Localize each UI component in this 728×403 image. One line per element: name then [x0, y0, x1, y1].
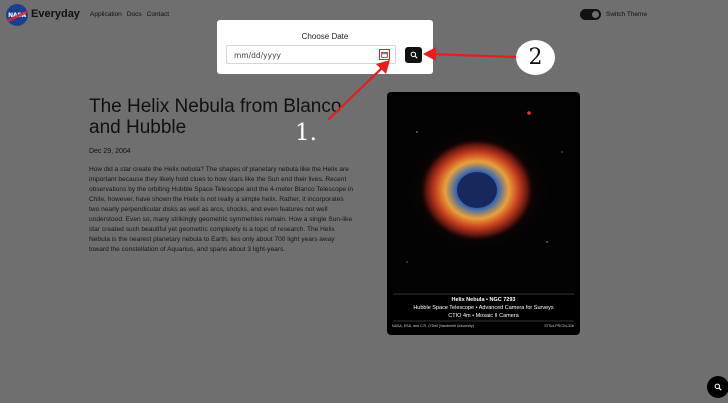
search-date-button[interactable]: [405, 47, 422, 63]
caption-line-2: Hubble Space Telescope • Advanced Camera…: [413, 305, 554, 311]
apod-image[interactable]: Helix Nebula • NGC 7293 Hubble Space Tel…: [387, 92, 580, 335]
article-date: Dec 29, 2004: [89, 148, 131, 155]
nav-link-contact[interactable]: Contact: [147, 11, 169, 18]
theme-toggle-label: Switch Theme: [606, 11, 648, 18]
calendar-icon[interactable]: [379, 49, 390, 60]
image-id: STScI-PRC04-32b: [544, 324, 574, 328]
caption-line-1: Helix Nebula • NGC 7293: [451, 297, 516, 303]
image-credit: NASA, ESA, and C.R. O'Dell (Vanderbilt U…: [392, 324, 474, 328]
floating-search-button[interactable]: [707, 376, 728, 398]
search-icon: [714, 383, 722, 391]
annotation-marker-2: 2: [516, 40, 555, 75]
date-picker-card: Choose Date mm/dd/yyyy: [217, 20, 433, 74]
nasa-logo[interactable]: NASA: [6, 4, 28, 26]
annotation-marker-1: 1.: [295, 120, 317, 146]
date-picker-title: Choose Date: [301, 32, 349, 41]
search-icon: [410, 51, 418, 59]
article-title: The Helix Nebula from Blanco and Hubble: [89, 96, 342, 138]
article-description: How did a star create the Helix nebula? …: [89, 166, 354, 253]
theme-toggle[interactable]: [580, 9, 601, 20]
date-input[interactable]: mm/dd/yyyy: [226, 45, 396, 64]
nav-links: Application Docs Contact: [90, 11, 169, 18]
date-input-placeholder: mm/dd/yyyy: [234, 51, 281, 60]
toggle-knob: [592, 11, 599, 18]
nav-link-docs[interactable]: Docs: [127, 11, 142, 18]
brand-name[interactable]: Everyday: [31, 8, 80, 20]
nav-link-application[interactable]: Application: [90, 11, 122, 18]
caption-line-3: CTIO 4m • Mosaic II Camera: [448, 313, 519, 319]
